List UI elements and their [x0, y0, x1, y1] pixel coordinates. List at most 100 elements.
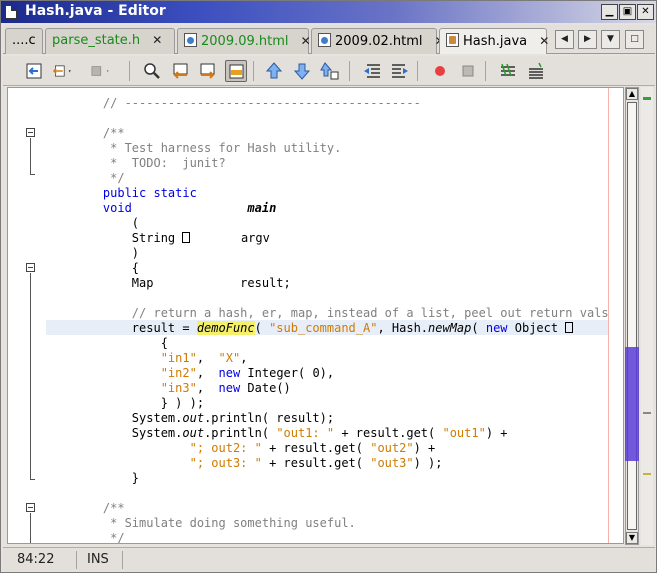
- code-token: + result.get(: [334, 426, 443, 440]
- shift-left-button[interactable]: [361, 60, 383, 82]
- stop-macro-recording-button[interactable]: [457, 60, 479, 82]
- uncomment-button[interactable]: [525, 60, 547, 82]
- last-edit-button[interactable]: [23, 60, 45, 82]
- code-line[interactable]: (: [74, 216, 609, 231]
- find-next-button[interactable]: [197, 60, 219, 82]
- tab-2009-09[interactable]: 2009.09.html ✕: [177, 28, 311, 54]
- scrollbar-thumb[interactable]: [627, 102, 637, 530]
- code-line[interactable]: {: [74, 261, 609, 276]
- code-editor[interactable]: // -------------------------------------…: [7, 87, 624, 544]
- code-line[interactable]: "; out3: " + result.get( "out3") );: [74, 456, 609, 471]
- stripe-mark[interactable]: [643, 97, 651, 100]
- fold-toggle-icon[interactable]: [26, 128, 35, 137]
- find-button[interactable]: [141, 60, 163, 82]
- code-line[interactable]: } ) );: [74, 396, 609, 411]
- bookmark-down-icon: [293, 63, 311, 80]
- code-line[interactable]: /**: [74, 126, 609, 141]
- comment-button[interactable]: [497, 60, 519, 82]
- code-line[interactable]: /**: [74, 501, 609, 516]
- code-line[interactable]: "in2", new Integer( 0),: [74, 366, 609, 381]
- code-line[interactable]: * Test harness for Hash utility.: [74, 141, 609, 156]
- code-line[interactable]: // -------------------------------------…: [74, 96, 609, 111]
- code-line[interactable]: "in1", "X",: [74, 351, 609, 366]
- code-line[interactable]: ): [74, 246, 609, 261]
- code-line[interactable]: */: [74, 531, 609, 543]
- maximize-editor-button[interactable]: □: [625, 30, 644, 49]
- error-stripe[interactable]: [641, 87, 653, 545]
- code-line[interactable]: */: [74, 171, 609, 186]
- code-line[interactable]: {: [74, 336, 609, 351]
- scroll-tabs-right-button[interactable]: ▶: [578, 30, 597, 49]
- code-token: ,: [196, 351, 219, 365]
- code-token: "X": [218, 351, 241, 365]
- next-bookmark-button[interactable]: [291, 60, 313, 82]
- previous-bookmark-button[interactable]: [263, 60, 285, 82]
- tab-c-file[interactable]: ....c: [5, 28, 43, 54]
- code-line[interactable]: * Simulate doing something useful.: [74, 516, 609, 531]
- editor-window: Hash.java - Editor ▁ ▣ ✕ ....c parse_sta…: [0, 0, 657, 573]
- tab-close-icon[interactable]: ✕: [301, 34, 311, 48]
- find-previous-button[interactable]: [169, 60, 191, 82]
- fold-toggle-icon[interactable]: [26, 503, 35, 512]
- shift-right-button[interactable]: [389, 60, 411, 82]
- code-line[interactable]: "; out2: " + result.get( "out2") +: [74, 441, 609, 456]
- start-macro-recording-button[interactable]: [429, 60, 451, 82]
- vertical-scrollbar[interactable]: ▲ ▼: [625, 87, 639, 545]
- stripe-mark[interactable]: [643, 412, 651, 414]
- code-line[interactable]: void main: [74, 201, 609, 216]
- html-file-icon: [318, 33, 331, 47]
- title-bar[interactable]: Hash.java - Editor ▁ ▣ ✕: [1, 1, 656, 23]
- tab-parse-state[interactable]: parse_state.h ✕: [45, 28, 175, 54]
- code-token: + result.get(: [261, 456, 371, 470]
- code-line[interactable]: result = demoFunc( "sub_command_A", Hash…: [74, 321, 609, 336]
- code-line[interactable]: [74, 111, 609, 126]
- forward-icon: [91, 66, 109, 76]
- search-icon: [144, 63, 160, 79]
- scroll-tabs-left-button[interactable]: ◀: [555, 30, 574, 49]
- tab-hash-java[interactable]: Hash.java ✕: [439, 28, 549, 54]
- bookmark-up-icon: [265, 62, 283, 79]
- scroll-up-button[interactable]: ▲: [626, 88, 638, 100]
- code-line[interactable]: * TODO: junit?: [74, 156, 609, 171]
- insert-mode[interactable]: INS: [77, 551, 123, 569]
- toggle-bookmark-button[interactable]: [319, 60, 341, 82]
- toggle-highlight-button[interactable]: [225, 60, 247, 82]
- code-token: } ) );: [74, 396, 205, 410]
- comment-icon: [501, 63, 515, 77]
- close-button[interactable]: ✕: [637, 4, 654, 20]
- code-line[interactable]: }: [74, 471, 609, 486]
- maximize-button[interactable]: ▣: [619, 4, 636, 20]
- code-line[interactable]: [74, 486, 609, 501]
- code-line[interactable]: [74, 291, 609, 306]
- code-token: /**: [102, 126, 125, 140]
- code-line[interactable]: System.out.println( "out1: " + result.ge…: [74, 426, 609, 441]
- overview-viewport-marker[interactable]: [625, 347, 639, 461]
- tab-list-button[interactable]: ▼: [601, 30, 620, 49]
- code-text[interactable]: // -------------------------------------…: [74, 96, 609, 543]
- code-line[interactable]: public static: [74, 186, 609, 201]
- code-line[interactable]: System.out.println( result);: [74, 411, 609, 426]
- code-token: ,: [196, 381, 219, 395]
- stop-icon: [462, 65, 474, 77]
- stripe-mark[interactable]: [643, 473, 651, 475]
- back-button[interactable]: [51, 60, 81, 82]
- fold-toggle-icon[interactable]: [26, 263, 35, 272]
- code-line[interactable]: // return a hash, er, map, instead of a …: [74, 306, 609, 321]
- code-token: Map result;: [74, 276, 291, 290]
- scroll-down-button[interactable]: ▼: [626, 532, 638, 544]
- code-line[interactable]: "in3", new Date(): [74, 381, 609, 396]
- code-line[interactable]: Map result;: [74, 276, 609, 291]
- tab-close-icon[interactable]: ✕: [152, 33, 162, 47]
- minimize-button[interactable]: ▁: [601, 4, 618, 20]
- code-token: (: [74, 216, 140, 230]
- code-token: main: [247, 201, 277, 215]
- tab-bar: ....c parse_state.h ✕ 2009.09.html ✕ 200…: [3, 25, 655, 54]
- highlight-icon: [229, 64, 244, 79]
- forward-button[interactable]: [89, 60, 119, 82]
- tab-close-icon[interactable]: ✕: [539, 34, 549, 48]
- tab-2009-02[interactable]: 2009.02.html ✕: [311, 28, 445, 54]
- code-line[interactable]: String argv: [74, 231, 609, 246]
